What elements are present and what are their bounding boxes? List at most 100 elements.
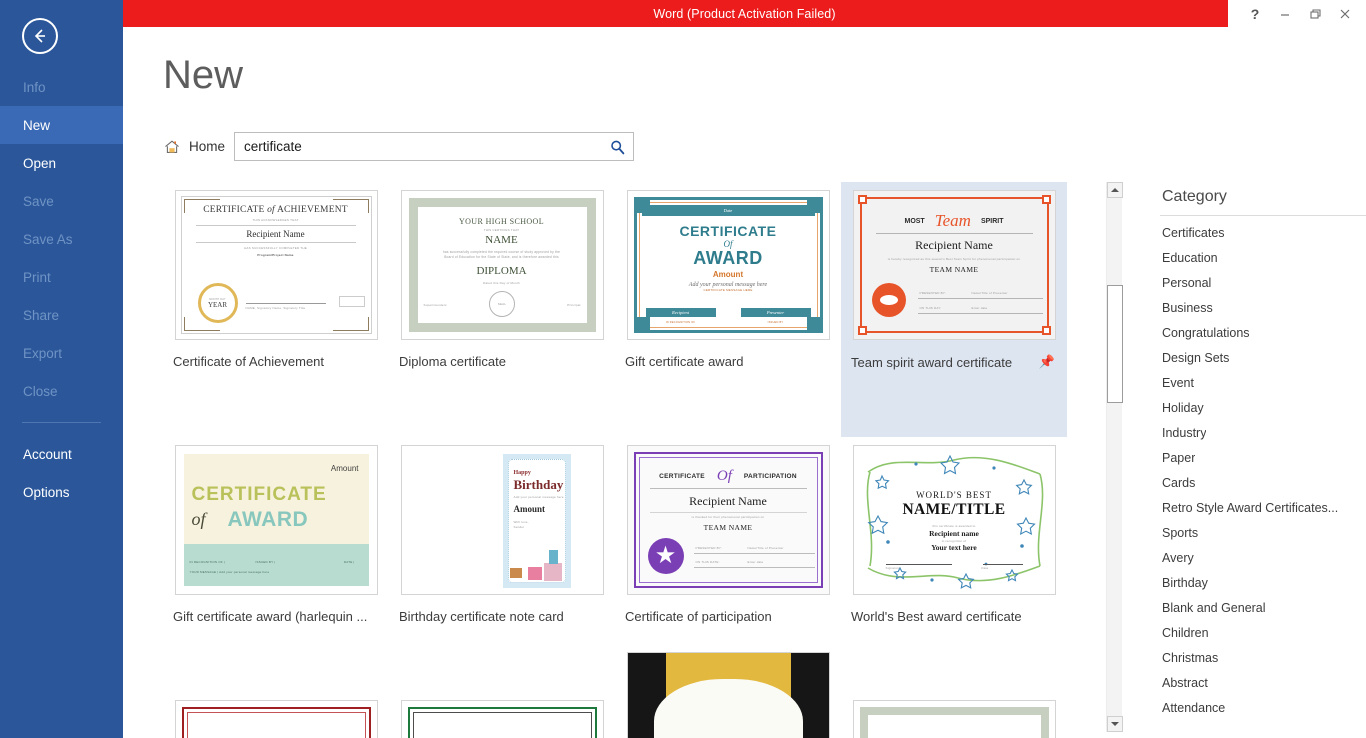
category-item-education[interactable]: Education 18 bbox=[1160, 245, 1366, 270]
category-item-paper[interactable]: Paper 6 bbox=[1160, 445, 1366, 470]
category-item-industry[interactable]: Industry 6 bbox=[1160, 420, 1366, 445]
thumb-amount: Amount bbox=[513, 504, 546, 514]
template-card[interactable] bbox=[841, 692, 1067, 738]
back-button[interactable] bbox=[22, 18, 58, 54]
template-card[interactable] bbox=[389, 692, 615, 738]
sidebar-item-print[interactable]: Print bbox=[0, 258, 123, 296]
category-label: Blank and General bbox=[1162, 600, 1266, 615]
thumb-sub: is thanked for their phenomenal particip… bbox=[691, 515, 765, 519]
template-thumbnail-harlequin[interactable]: Amount CERTIFICATE of AWARD IN RECOGNITI… bbox=[174, 445, 378, 595]
thumb-l3: AWARD bbox=[693, 248, 763, 268]
template-scrollbar[interactable] bbox=[1106, 182, 1123, 732]
template-label: Team spirit award certificate bbox=[851, 354, 1013, 370]
category-item-christmas[interactable]: Christmas 3 bbox=[1160, 645, 1366, 670]
search-box[interactable] bbox=[234, 132, 635, 161]
search-input[interactable] bbox=[235, 133, 634, 160]
template-card[interactable]: Date CERTIFICATE Of AWARD Amount Add you… bbox=[615, 182, 841, 437]
template-card[interactable]: YOUR HIGH SCHOOL THIS CERTIFIES THAT NAM… bbox=[389, 182, 615, 437]
template-thumbnail-row3-red[interactable] bbox=[174, 700, 378, 738]
template-thumbnail-row3-green[interactable] bbox=[400, 700, 604, 738]
window-controls: ? bbox=[1228, 0, 1366, 27]
page-title: New bbox=[163, 53, 244, 97]
category-label: Christmas bbox=[1162, 650, 1219, 665]
thumb-f3: DATE | bbox=[343, 560, 355, 564]
thumb-l1: CERTIFICATE bbox=[679, 223, 777, 239]
thumb-l1: CERTIFICATE bbox=[659, 473, 705, 480]
scroll-up-button[interactable] bbox=[1107, 182, 1123, 198]
category-item-congratulations[interactable]: Congratulations 9 bbox=[1160, 320, 1366, 345]
category-item-abstract[interactable]: Abstract 2 bbox=[1160, 670, 1366, 695]
sidebar-item-label: Share bbox=[23, 307, 60, 323]
template-card-selected[interactable]: MOST Team SPIRIT Recipient Name is hereb… bbox=[841, 182, 1067, 437]
category-item-children[interactable]: Children 4 bbox=[1160, 620, 1366, 645]
thumb-recipient: Recipient Name bbox=[915, 238, 993, 252]
sidebar-item-info[interactable]: Info bbox=[0, 68, 123, 106]
thumb-f1: IN RECOGNITION OF | bbox=[189, 560, 225, 564]
thumb-cap-right: ISSUED BY bbox=[767, 321, 784, 324]
template-thumbnail-team-spirit[interactable]: MOST Team SPIRIT Recipient Name is hereb… bbox=[852, 190, 1056, 340]
home-link[interactable]: Home bbox=[163, 138, 225, 156]
template-thumbnail-row3-sage[interactable] bbox=[852, 700, 1056, 738]
scroll-down-button[interactable] bbox=[1107, 716, 1123, 732]
template-card[interactable]: WORLD'S BEST NAME/TITLE this certificate… bbox=[841, 437, 1067, 692]
close-icon[interactable] bbox=[1330, 1, 1360, 27]
thumb-sender: Sender bbox=[513, 525, 525, 529]
category-label: Design Sets bbox=[1162, 350, 1230, 365]
thumb-signature: NAME, Signatory Name, Signatory Title bbox=[245, 306, 306, 310]
template-thumbnail-diploma[interactable]: YOUR HIGH SCHOOL THIS CERTIFIES THAT NAM… bbox=[400, 190, 604, 340]
sidebar-item-new[interactable]: New bbox=[0, 106, 123, 144]
template-card[interactable]: Happy Birthday Add your personal message… bbox=[389, 437, 615, 692]
category-item-business[interactable]: Business 11 bbox=[1160, 295, 1366, 320]
sidebar-item-label: Info bbox=[23, 79, 46, 95]
help-icon[interactable]: ? bbox=[1240, 1, 1270, 27]
template-thumbnail-achievement[interactable]: CERTIFICATE of ACHIEVEMENT THIS ACKNOWLE… bbox=[174, 190, 378, 340]
thumb-date: Date bbox=[981, 566, 989, 570]
pin-icon[interactable]: 📌 bbox=[1039, 354, 1055, 370]
template-thumbnail-birthday[interactable]: Happy Birthday Add your personal message… bbox=[400, 445, 604, 595]
category-item-event[interactable]: Event 8 bbox=[1160, 370, 1366, 395]
sidebar-item-close[interactable]: Close bbox=[0, 372, 123, 410]
category-item-retro-style-award-certificates[interactable]: Retro Style Award Certificates... 5 bbox=[1160, 495, 1366, 520]
category-item-birthday[interactable]: Birthday 4 bbox=[1160, 570, 1366, 595]
thumb-btn-right: Presenter bbox=[766, 310, 785, 315]
sidebar-item-options[interactable]: Options bbox=[0, 473, 123, 511]
minimize-icon[interactable] bbox=[1270, 1, 1300, 27]
category-label: Birthday bbox=[1162, 575, 1208, 590]
template-thumbnail-participation[interactable]: CERTIFICATE Of PARTICIPATION Recipient N… bbox=[626, 445, 830, 595]
category-item-cards[interactable]: Cards 5 bbox=[1160, 470, 1366, 495]
scrollbar-thumb[interactable] bbox=[1107, 285, 1123, 403]
template-card[interactable] bbox=[163, 692, 389, 738]
thumb-btn-left: Recipient bbox=[672, 310, 689, 315]
category-item-certificates[interactable]: Certificates 33 bbox=[1160, 220, 1366, 245]
category-item-holiday[interactable]: Holiday 8 bbox=[1160, 395, 1366, 420]
template-card[interactable]: CERTIFICATE of ACHIEVEMENT THIS ACKNOWLE… bbox=[163, 182, 389, 437]
template-thumbnail-gift-award[interactable]: Date CERTIFICATE Of AWARD Amount Add you… bbox=[626, 190, 830, 340]
sidebar-item-save[interactable]: Save bbox=[0, 182, 123, 220]
sidebar-item-label: Close bbox=[23, 383, 58, 399]
template-thumbnail-row3-gold[interactable]: Certificate Of Award bbox=[626, 652, 830, 738]
category-item-blank-and-general[interactable]: Blank and General 4 bbox=[1160, 595, 1366, 620]
category-item-sports[interactable]: Sports 5 bbox=[1160, 520, 1366, 545]
restore-icon[interactable] bbox=[1300, 1, 1330, 27]
sidebar-item-label: New bbox=[23, 117, 51, 133]
sidebar-item-open[interactable]: Open bbox=[0, 144, 123, 182]
template-thumbnail-worlds-best[interactable]: WORLD'S BEST NAME/TITLE this certificate… bbox=[852, 445, 1056, 595]
thumb-name: NAME bbox=[485, 234, 518, 246]
thumb-program: Program/Project Name bbox=[257, 253, 294, 257]
template-card[interactable]: Amount CERTIFICATE of AWARD IN RECOGNITI… bbox=[163, 437, 389, 692]
category-item-avery[interactable]: Avery 4 bbox=[1160, 545, 1366, 570]
thumb-recipient: Recipient Name bbox=[246, 229, 305, 239]
category-item-attendance[interactable]: Attendance 2 bbox=[1160, 695, 1366, 720]
sidebar-item-account[interactable]: Account bbox=[0, 435, 123, 473]
category-item-personal[interactable]: Personal 12 bbox=[1160, 270, 1366, 295]
template-card[interactable]: Certificate Of Award bbox=[615, 652, 841, 738]
thumb-f2: ISSUED BY | bbox=[255, 560, 276, 564]
search-icon[interactable] bbox=[607, 137, 627, 157]
category-item-design-sets[interactable]: Design Sets 9 bbox=[1160, 345, 1366, 370]
sidebar-item-export[interactable]: Export bbox=[0, 334, 123, 372]
template-label-row: Team spirit award certificate 📌 bbox=[841, 354, 1067, 370]
category-label: Education bbox=[1162, 250, 1218, 265]
thumb-cap-left: IN RECOGNITION OF bbox=[665, 321, 696, 324]
sidebar-item-share[interactable]: Share bbox=[0, 296, 123, 334]
sidebar-item-save-as[interactable]: Save As bbox=[0, 220, 123, 258]
